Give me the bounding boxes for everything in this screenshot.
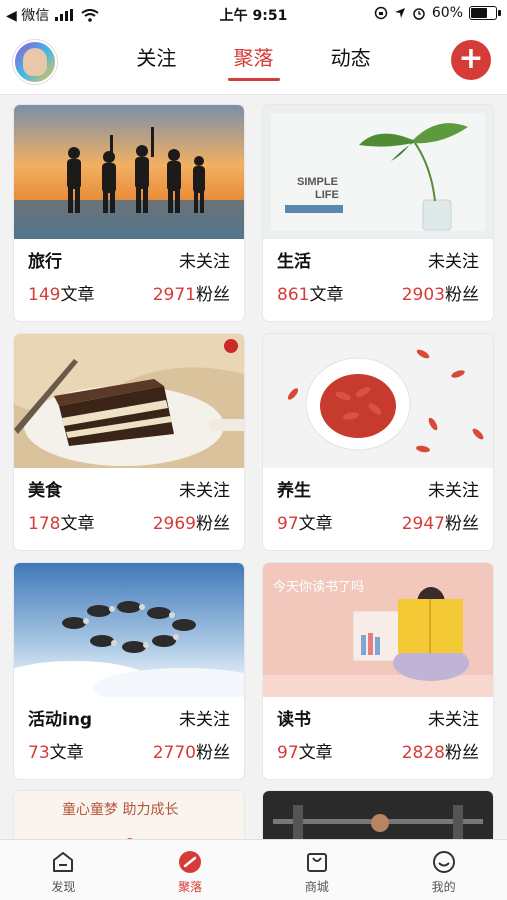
food-image [14, 334, 244, 468]
location-icon [394, 8, 405, 18]
follow-status[interactable]: 未关注 [179, 247, 230, 272]
follow-status[interactable]: 未关注 [428, 705, 479, 730]
health-image [263, 334, 493, 468]
community-card-travel[interactable]: 旅行 未关注 149文章 2971粉丝 [14, 105, 244, 321]
fan-count: 2903粉丝 [401, 285, 479, 305]
tabbar-label: 发现 [51, 880, 76, 894]
community-card-reading[interactable]: 今天你读书了吗 读书 未关注 97文章 2828粉丝 [263, 563, 493, 779]
travel-image [14, 105, 244, 239]
card-name: 生活 [277, 252, 311, 272]
reading-image: 今天你读书了吗 [263, 563, 493, 697]
fitness-image [263, 791, 493, 840]
tab-following[interactable]: 关注 [136, 42, 176, 81]
battery-icon [469, 6, 501, 20]
activity-image [14, 563, 244, 697]
article-count: 73文章 [28, 743, 84, 763]
article-count: 97文章 [277, 514, 333, 534]
status-bar: ◀ 微信 上午 9:51 60% [0, 0, 507, 28]
card-name: 美食 [28, 481, 62, 501]
smiley-icon [432, 851, 455, 873]
tabbar-mall[interactable]: 商城 [254, 840, 381, 900]
community-card-partial-children[interactable]: 童心童梦 助力成长 [14, 791, 244, 840]
card-name: 养生 [277, 481, 311, 501]
reading-image-text: 今天你读书了吗 [273, 579, 364, 595]
card-name: 读书 [277, 710, 311, 730]
card-stats: 97文章 2828粉丝 [277, 738, 479, 763]
add-button[interactable]: + [451, 40, 491, 80]
plus-icon: + [458, 41, 484, 76]
community-grid: 旅行 未关注 149文章 2971粉丝 SIMPLE LIFE 生活 未关注 8… [0, 95, 507, 840]
tabbar-label: 商城 [304, 880, 329, 894]
tab-community[interactable]: 聚落 [227, 42, 280, 81]
card-stats: 178文章 2969粉丝 [28, 509, 230, 534]
article-count: 178文章 [28, 514, 95, 534]
community-card-health[interactable]: 养生 未关注 97文章 2947粉丝 [263, 334, 493, 550]
community-card-life[interactable]: SIMPLE LIFE 生活 未关注 861文章 2903粉丝 [263, 105, 493, 321]
fan-count: 2828粉丝 [401, 743, 479, 763]
tabbar-label: 我的 [431, 880, 456, 894]
bottom-tab-bar: 发现 聚落 商城 我的 [0, 839, 507, 900]
life-image-text-1: SIMPLE [297, 176, 338, 188]
follow-status[interactable]: 未关注 [428, 476, 479, 501]
article-count: 861文章 [277, 285, 344, 305]
tabbar-label: 聚落 [178, 880, 203, 894]
community-card-activity[interactable]: 活动ing 未关注 73文章 2770粉丝 [14, 563, 244, 779]
fan-count: 2770粉丝 [152, 743, 230, 763]
card-stats: 149文章 2971粉丝 [28, 280, 230, 305]
article-count: 97文章 [277, 743, 333, 763]
home-icon [53, 852, 74, 872]
community-card-food[interactable]: 美食 未关注 178文章 2969粉丝 [14, 334, 244, 550]
top-header: 关注 聚落 动态 + [0, 28, 507, 95]
community-card-partial-fitness[interactable] [263, 791, 493, 840]
tabbar-community[interactable]: 聚落 [127, 840, 254, 900]
children-image-text: 童心童梦 助力成长 [62, 801, 178, 818]
card-stats: 97文章 2947粉丝 [277, 509, 479, 534]
life-image: SIMPLE LIFE [263, 105, 493, 239]
follow-status[interactable]: 未关注 [179, 705, 230, 730]
card-name: 旅行 [28, 252, 62, 272]
card-stats: 861文章 2903粉丝 [277, 280, 479, 305]
community-icon [179, 851, 202, 873]
follow-status[interactable]: 未关注 [428, 247, 479, 272]
fan-count: 2971粉丝 [152, 285, 230, 305]
fan-count: 2969粉丝 [152, 514, 230, 534]
article-count: 149文章 [28, 285, 95, 305]
battery-percent: 60% [431, 5, 463, 21]
card-stats: 73文章 2770粉丝 [28, 738, 230, 763]
alarm-icon [413, 8, 425, 20]
card-name: 活动ing [28, 710, 93, 730]
tabbar-me[interactable]: 我的 [380, 840, 507, 900]
shopping-bag-icon [306, 853, 327, 872]
life-image-text-2: LIFE [315, 189, 339, 201]
rotation-lock-icon [374, 6, 388, 20]
follow-status[interactable]: 未关注 [179, 476, 230, 501]
top-tabs: 关注 聚落 动态 [0, 42, 507, 81]
fan-count: 2947粉丝 [401, 514, 479, 534]
children-image: 童心童梦 助力成长 [14, 791, 244, 840]
tabbar-discover[interactable]: 发现 [0, 840, 127, 900]
tab-moments[interactable]: 动态 [331, 42, 371, 81]
